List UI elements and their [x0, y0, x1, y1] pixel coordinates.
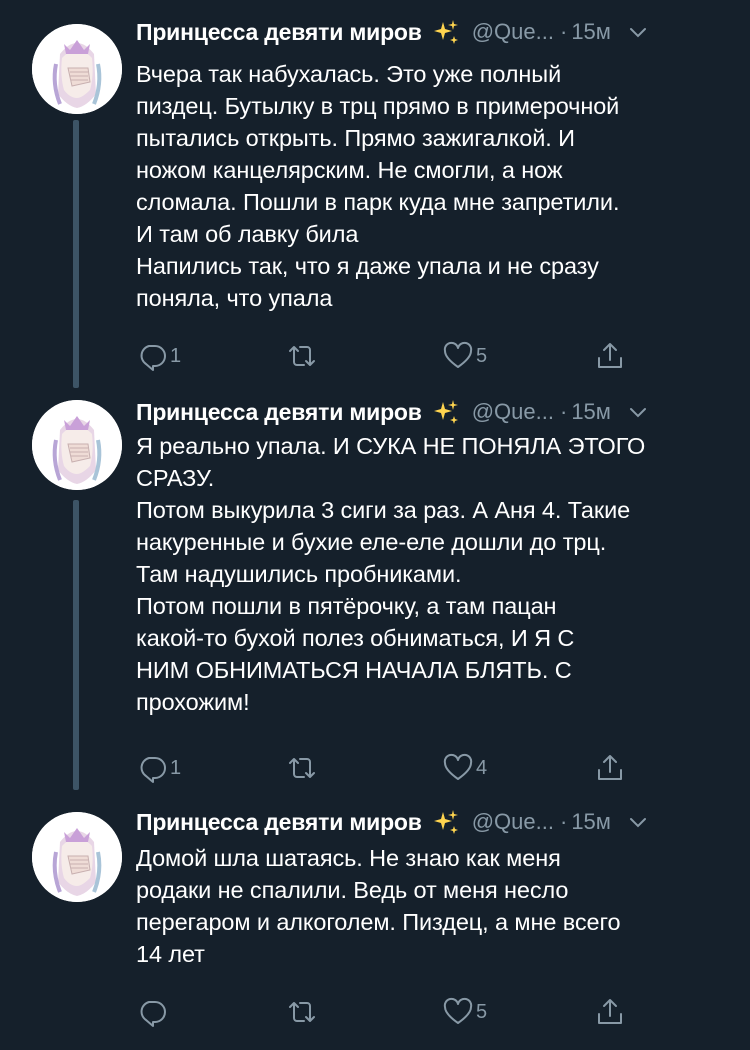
like-count: 5	[476, 1000, 488, 1023]
like-count: 5	[476, 344, 488, 367]
author-name[interactable]: Принцесса девяти миров	[136, 809, 422, 836]
retweet-button[interactable]	[286, 748, 320, 788]
chevron-down-icon[interactable]	[627, 811, 649, 833]
like-button[interactable]: 5	[442, 336, 487, 376]
reply-count: 1	[170, 756, 182, 779]
reply-icon	[136, 340, 168, 372]
tweet-actions: 1 5	[136, 336, 736, 376]
avatar-image	[32, 812, 122, 902]
share-button[interactable]	[594, 336, 626, 376]
tweet-actions: 5	[136, 992, 736, 1032]
sparkles-icon	[432, 808, 460, 836]
reply-icon	[136, 996, 168, 1028]
reply-button[interactable]	[136, 992, 170, 1032]
retweet-icon	[286, 340, 318, 372]
reply-button[interactable]: 1	[136, 748, 181, 788]
tweet-header: Принцесса девяти миров @Que... · 15м	[136, 804, 730, 840]
avatar[interactable]	[32, 24, 122, 114]
timestamp[interactable]: 15м	[571, 19, 611, 45]
reply-button[interactable]: 1	[136, 336, 181, 376]
like-button[interactable]: 4	[442, 748, 487, 788]
avatar[interactable]	[32, 400, 122, 490]
thread-line	[73, 500, 79, 790]
timestamp[interactable]: 15м	[571, 809, 611, 835]
share-icon	[594, 340, 626, 372]
share-icon	[594, 996, 626, 1028]
separator-dot: ·	[559, 19, 568, 44]
share-button[interactable]	[594, 992, 626, 1032]
tweet-actions: 1 4	[136, 748, 736, 788]
separator-dot: ·	[559, 809, 568, 834]
reply-icon	[136, 752, 168, 784]
author-name[interactable]: Принцесса девяти миров	[136, 19, 422, 46]
author-handle[interactable]: @Que...	[472, 809, 554, 835]
heart-icon	[442, 996, 474, 1028]
like-count: 4	[476, 756, 488, 779]
tweet-text: Вчера так набухалась. Это уже полный пиз…	[136, 61, 620, 311]
tweet-text: Домой шла шатаясь. Не знаю как меня рода…	[136, 845, 621, 967]
tweet-header: Принцесса девяти миров @Que... · 15м	[136, 394, 730, 430]
thread-line	[73, 120, 79, 388]
retweet-icon	[286, 752, 318, 784]
retweet-button[interactable]	[286, 336, 320, 376]
separator-dot: ·	[559, 399, 568, 424]
author-name[interactable]: Принцесса девяти миров	[136, 399, 422, 426]
retweet-button[interactable]	[286, 992, 320, 1032]
timestamp[interactable]: 15м	[571, 399, 611, 425]
tweet-header: Принцесса девяти миров @Que... · 15м	[136, 14, 730, 50]
avatar-image	[32, 24, 122, 114]
reply-count: 1	[170, 344, 182, 367]
share-icon	[594, 752, 626, 784]
share-button[interactable]	[594, 748, 626, 788]
tweet-text: Я реально упала. И СУКА НЕ ПОНЯЛА ЭТОГО …	[136, 433, 646, 715]
author-handle[interactable]: @Que...	[472, 19, 554, 45]
avatar[interactable]	[32, 812, 122, 902]
sparkles-icon	[432, 18, 460, 46]
retweet-icon	[286, 996, 318, 1028]
chevron-down-icon[interactable]	[627, 401, 649, 423]
like-button[interactable]: 5	[442, 992, 487, 1032]
heart-icon	[442, 340, 474, 372]
sparkles-icon	[432, 398, 460, 426]
heart-icon	[442, 752, 474, 784]
author-handle[interactable]: @Que...	[472, 399, 554, 425]
avatar-image	[32, 400, 122, 490]
chevron-down-icon[interactable]	[627, 21, 649, 43]
